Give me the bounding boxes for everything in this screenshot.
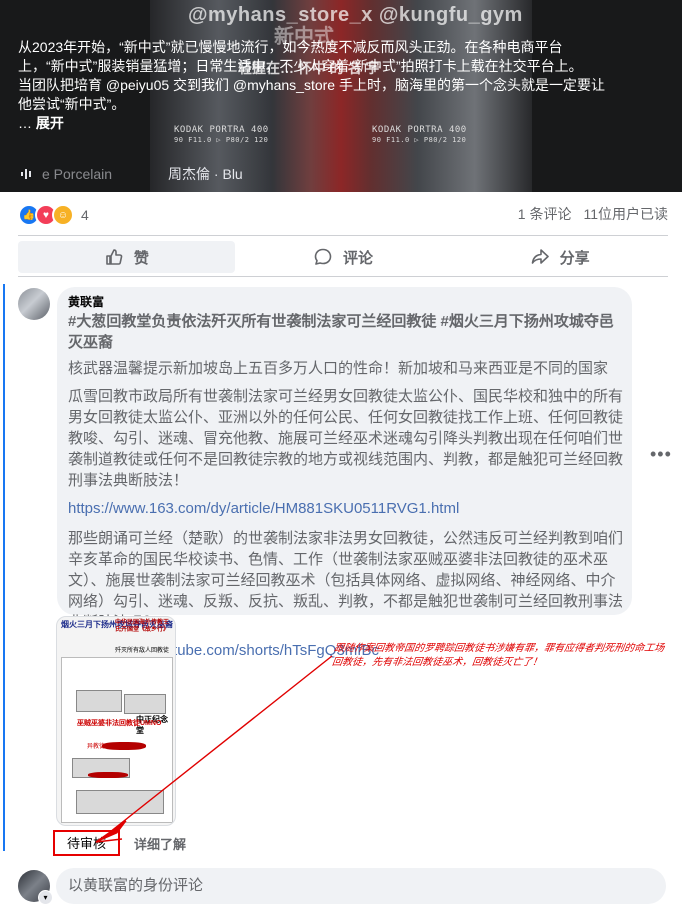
reactions[interactable]: 👍 ♥ ☺ 4 xyxy=(18,204,89,226)
post-action-bar: 赞 评论 分享 xyxy=(18,241,668,273)
comment-count-link[interactable]: 1 条评论 xyxy=(518,204,572,224)
divider xyxy=(18,235,668,236)
comment-paragraph: 瓜雪回教市政局所有世袭制法家可兰经男女回教徒太监公仆、国民华校和独中的所有男女回… xyxy=(68,388,624,489)
comic-detail xyxy=(88,772,128,778)
like-label: 赞 xyxy=(133,249,149,267)
seen-by-count[interactable]: 11位用户已读 xyxy=(583,204,668,224)
video-player[interactable]: KODAK PORTRA 400 90 F11.0 ▷ P80/2 120 KO… xyxy=(0,0,682,192)
current-user-avatar[interactable]: ▾ xyxy=(18,870,53,905)
attachment-banner-sub: 异教徒 xyxy=(87,744,106,750)
comment-label: 评论 xyxy=(343,249,374,267)
comment-line: 核武器温馨提示新加坡岛上五百多万人口的性命！新加坡和马来西亚是不同的国家 xyxy=(68,360,609,377)
comment-icon xyxy=(314,248,332,265)
reaction-count: 4 xyxy=(81,207,89,223)
audio-wave-icon xyxy=(21,169,31,179)
handwritten-annotation: 跟随作案回教帝国的罗聘踪回教徒书涉嫌有罪，罪有应得者判死刑的命工场回教徒，先有非… xyxy=(331,643,665,668)
thumbs-up-icon xyxy=(106,249,123,265)
comment-hashtags[interactable]: #大葱回教堂负责依法歼灭所有世袭制法家可兰经回教徒 #烟火三月下扬州攻城夺邑灭巫… xyxy=(68,311,626,353)
share-icon xyxy=(531,249,549,264)
video-watermark: @myhans_store_x @kungfu_gym xyxy=(188,4,523,26)
share-button[interactable]: 分享 xyxy=(451,241,668,273)
caption-line: 从2023年开始，“新中式”就已慢慢地流行，如今热度不减反而风头正劲。在各种电商… xyxy=(18,39,583,74)
comment-thread-indicator xyxy=(3,284,5,851)
attachment-comic: 中正纪念堂 xyxy=(61,657,173,823)
music-song: e Porcelain xyxy=(42,166,113,182)
care-reaction-icon: ☺ xyxy=(52,204,74,226)
music-artist: 周杰倫 · Blu xyxy=(168,166,243,182)
attachment-subtitle: 中华民国海外传教王氏开国堂《故乡行》 xyxy=(115,620,170,633)
attachment-banner: 巫贼巫婆非法回教徒UMNO xyxy=(77,720,162,727)
comment-link[interactable]: https://www.163.com/dy/article/HM881SKU0… xyxy=(68,498,626,519)
see-more-link[interactable]: 展开 xyxy=(36,115,64,131)
like-button[interactable]: 赞 xyxy=(18,241,235,273)
comment-image-attachment[interactable]: 烟火三月下扬州攻城夺邑灭巫裔 中华民国海外传教王氏开国堂《故乡行》 歼灭所有敌人… xyxy=(56,616,176,826)
chevron-down-icon[interactable]: ▾ xyxy=(38,890,53,905)
film-sub: 90 F11.0 ▷ P80/2 120 xyxy=(174,136,269,144)
pending-review-badge: 待审核 xyxy=(53,830,121,856)
comment-input[interactable]: 以黄联富的身份评论 xyxy=(56,868,666,904)
caption-ellipsis: … xyxy=(18,115,32,131)
comment-author[interactable]: 黄联富 xyxy=(68,293,104,310)
divider xyxy=(18,276,668,277)
post-caption: 从2023年开始，“新中式”就已慢慢地流行，如今热度不减反而风头正劲。在各种电商… xyxy=(18,38,608,133)
attachment-caption: 歼灭所有敌人回教徒 xyxy=(115,648,170,654)
comic-detail xyxy=(102,742,146,750)
comic-panel xyxy=(124,694,166,714)
caption-line: 当团队把培育 @peiyu05 交到我们 @myhans_store 手上时，脑… xyxy=(18,77,605,112)
learn-more-link[interactable]: 详细了解 xyxy=(134,834,186,853)
comic-panel xyxy=(76,790,164,814)
reaction-summary: 👍 ♥ ☺ 4 1 条评论 11位用户已读 xyxy=(18,204,668,226)
commenter-avatar[interactable] xyxy=(18,288,50,320)
comment-button[interactable]: 评论 xyxy=(235,241,452,273)
share-label: 分享 xyxy=(559,249,590,267)
comment-meta: 待审核 详细了解 xyxy=(53,830,186,856)
film-sub-right: 90 F11.0 ▷ P80/2 120 xyxy=(372,136,467,144)
music-attribution[interactable]: e Porcelain 周杰倫 · Blu xyxy=(20,164,243,184)
comic-panel xyxy=(76,690,122,712)
comment-options-button[interactable]: ••• xyxy=(650,444,672,465)
